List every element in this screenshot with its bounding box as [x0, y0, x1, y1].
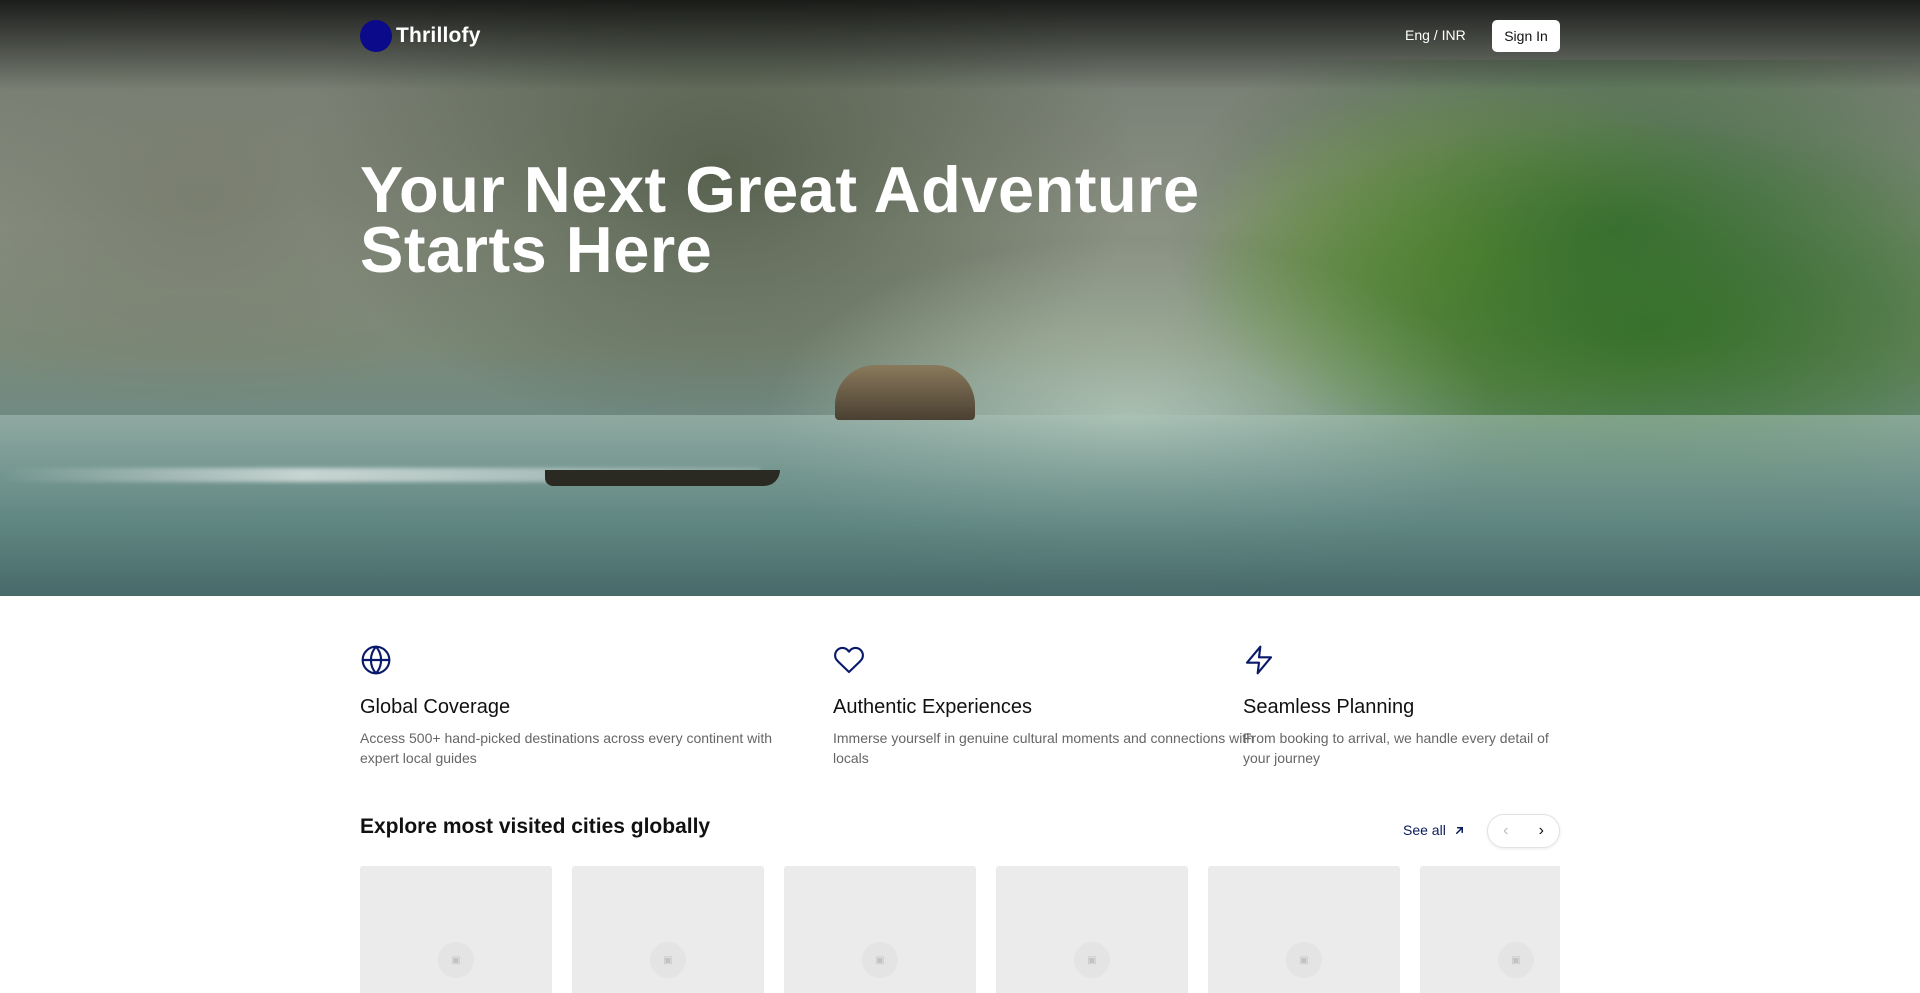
- hero-boat: [545, 470, 780, 486]
- city-card[interactable]: ▣: [1420, 866, 1560, 993]
- feature-seamless-planning: Seamless Planning From booking to arriva…: [1243, 644, 1560, 768]
- image-placeholder-icon: ▣: [1074, 942, 1110, 978]
- feature-title: Seamless Planning: [1243, 696, 1415, 718]
- locale-selector[interactable]: Eng / INR: [1405, 27, 1466, 43]
- sign-in-button[interactable]: Sign In: [1492, 20, 1560, 52]
- image-placeholder-icon: ▣: [862, 942, 898, 978]
- hero-title-line-2: Starts Here: [360, 213, 713, 286]
- city-card[interactable]: ▣: [1208, 866, 1400, 993]
- feature-description: Immerse yourself in genuine cultural mom…: [833, 730, 1254, 766]
- feature-title: Authentic Experiences: [833, 696, 1033, 718]
- city-card[interactable]: ▣: [784, 866, 976, 993]
- hero-banner: Your Next Great Adventure Starts Here: [0, 0, 1920, 596]
- hero-title: Your Next Great Adventure Starts Here: [360, 153, 1260, 286]
- feature-title: Global Coverage: [360, 696, 511, 718]
- brand-logo[interactable]: Thrillofy: [360, 20, 481, 52]
- hero-hut: [835, 365, 975, 420]
- explore-section-title: Explore most visited cities globally: [360, 815, 711, 838]
- globe-icon: [361, 645, 391, 675]
- see-all-link[interactable]: See all: [1403, 822, 1465, 838]
- image-placeholder-icon: ▣: [1498, 942, 1534, 978]
- city-card[interactable]: ▣: [572, 866, 764, 993]
- city-cards-carousel: ▣ ▣ ▣ ▣ ▣ ▣: [360, 866, 1560, 993]
- chevron-left-icon[interactable]: ‹: [1503, 823, 1508, 839]
- lightning-icon: [1245, 645, 1273, 675]
- city-card[interactable]: ▣: [360, 866, 552, 993]
- hero-water: [0, 415, 1920, 596]
- top-nav: Thrillofy Eng / INR Sign In: [360, 19, 1560, 53]
- see-all-label: See all: [1403, 822, 1446, 838]
- heart-icon: [834, 646, 864, 674]
- chevron-right-icon[interactable]: ›: [1539, 823, 1544, 839]
- feature-description: Access 500+ hand-picked destinations acr…: [360, 730, 773, 766]
- arrow-up-right-icon: [1455, 826, 1463, 834]
- image-placeholder-icon: ▣: [650, 942, 686, 978]
- city-card[interactable]: ▣: [996, 866, 1188, 993]
- carousel-controls: ‹ ›: [1487, 814, 1560, 848]
- hero-title-line-1: Your Next Great Adventure: [360, 153, 1200, 226]
- image-placeholder-icon: ▣: [1286, 942, 1322, 978]
- feature-authentic-experiences: Authentic Experiences Immerse yourself i…: [833, 644, 1273, 768]
- feature-global-coverage: Global Coverage Access 500+ hand-picked …: [360, 644, 800, 768]
- logo-mark-icon: [360, 20, 392, 52]
- brand-name: Thrillofy: [396, 24, 481, 47]
- image-placeholder-icon: ▣: [438, 942, 474, 978]
- feature-description: From booking to arrival, we handle every…: [1243, 730, 1549, 766]
